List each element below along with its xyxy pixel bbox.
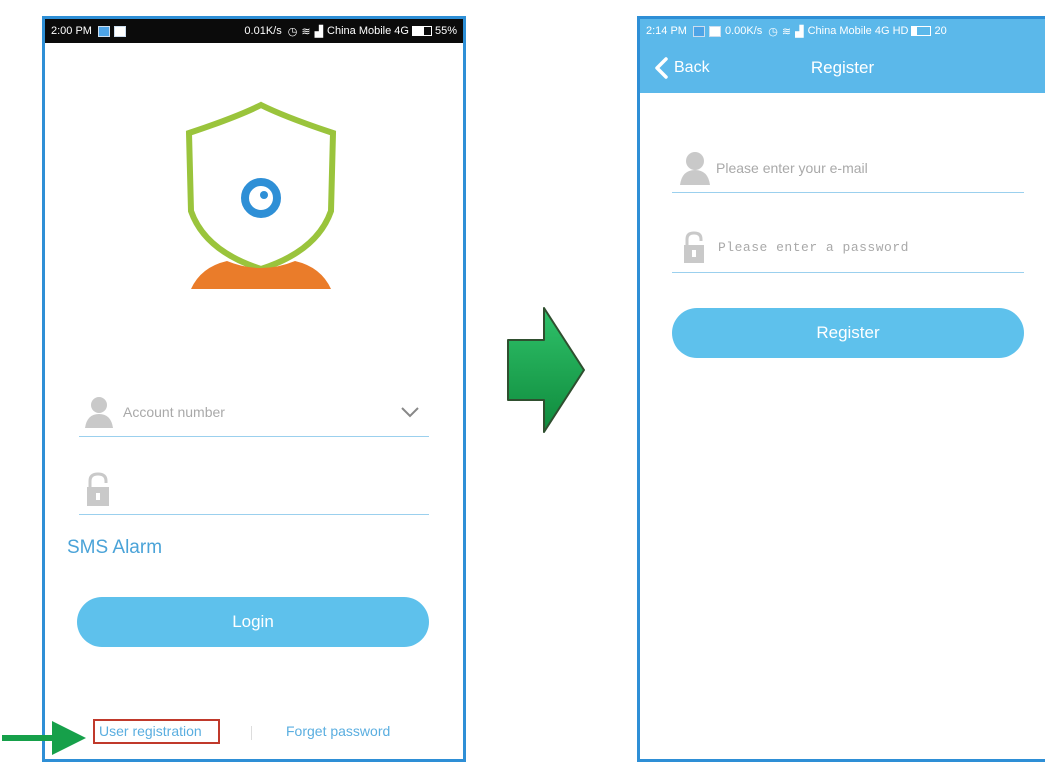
sms-alarm-link[interactable]: SMS Alarm — [67, 537, 162, 559]
notification-icon — [692, 25, 705, 37]
user-icon — [85, 396, 113, 428]
status-bar: 2:00 PM 0.01K/s ◷ ≋ ▟ China Mobile 4G 55… — [45, 19, 463, 43]
pointer-arrow-icon — [2, 721, 86, 755]
account-number-field[interactable]: Account number — [79, 387, 429, 437]
lock-icon — [87, 471, 109, 506]
wifi-icon: ≋ — [301, 25, 311, 38]
forget-password-link[interactable]: Forget password — [286, 723, 390, 739]
battery-icon — [911, 26, 932, 36]
logo-shield — [185, 101, 337, 273]
user-icon — [680, 151, 710, 185]
battery-level: 20 — [934, 25, 947, 37]
wifi-icon: ≋ — [781, 25, 792, 38]
alarm-icon: ◷ — [768, 25, 778, 38]
status-time: 2:00 PM — [51, 25, 92, 37]
nav-bar: Back Register — [640, 43, 1045, 93]
signal-icon: ▟ — [314, 25, 324, 38]
app-logo — [185, 101, 337, 289]
battery-icon — [411, 26, 432, 36]
logo-camera-lens — [260, 191, 268, 199]
account-placeholder: Account number — [123, 403, 225, 420]
notification-icon — [97, 25, 110, 37]
logo-camera-ring — [241, 178, 281, 218]
signal-icon: ▟ — [795, 25, 804, 38]
transition-arrow-icon — [507, 307, 585, 433]
link-divider — [251, 726, 252, 740]
user-registration-link[interactable]: User registration — [99, 723, 202, 739]
login-button[interactable]: Login — [77, 597, 429, 647]
email-field[interactable]: Please enter your e-mail — [672, 143, 1024, 193]
carrier-name: China Mobile 4G HD — [807, 25, 909, 37]
login-screen: 2:00 PM 0.01K/s ◷ ≋ ▟ China Mobile 4G 55… — [42, 16, 466, 762]
password-field[interactable] — [79, 465, 429, 515]
network-speed: 0.01K/s — [244, 25, 282, 37]
network-speed: 0.00K/s — [724, 25, 763, 37]
chevron-left-icon — [655, 57, 668, 79]
notification-icon — [708, 25, 721, 37]
logo-base — [191, 261, 331, 289]
battery-level: 55% — [434, 25, 457, 37]
register-screen: 2:14 PM 0.00K/s ◷ ≋ ▟ China Mobile 4G HD… — [637, 16, 1045, 762]
email-placeholder: Please enter your e-mail — [716, 159, 868, 176]
back-label: Back — [674, 59, 710, 76]
password-placeholder: Please enter a password — [718, 240, 909, 255]
notification-icon — [113, 25, 126, 37]
carrier-name: China Mobile 4G — [327, 25, 409, 37]
chevron-down-icon[interactable] — [401, 406, 419, 418]
status-time: 2:14 PM — [646, 25, 687, 37]
status-bar: 2:14 PM 0.00K/s ◷ ≋ ▟ China Mobile 4G HD… — [640, 19, 1045, 43]
lock-icon — [684, 230, 704, 263]
password-field[interactable]: Please enter a password — [672, 223, 1024, 273]
alarm-icon: ◷ — [287, 25, 298, 38]
register-button[interactable]: Register — [672, 308, 1024, 358]
back-button[interactable]: Back — [640, 57, 710, 79]
